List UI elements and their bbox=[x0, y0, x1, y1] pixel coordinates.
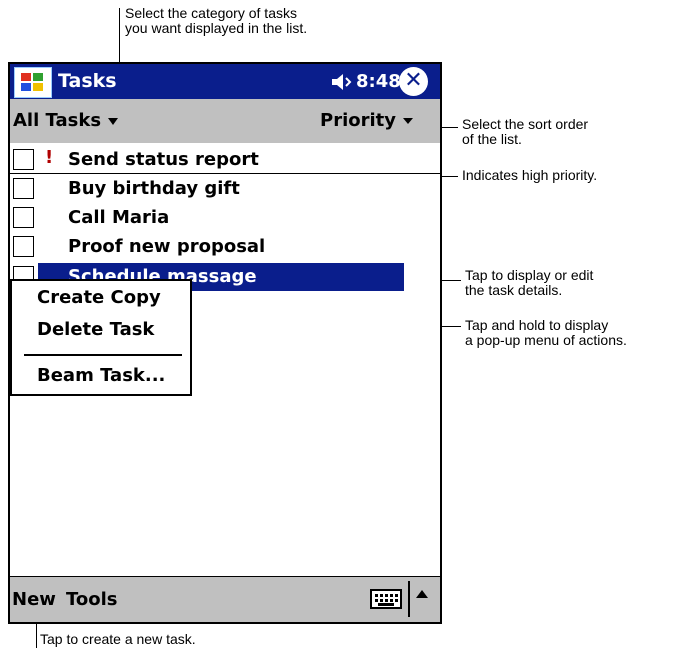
task-row[interactable]: ! Send status report bbox=[10, 145, 440, 174]
close-button[interactable]: ✕ bbox=[399, 67, 428, 96]
input-panel-toggle[interactable] bbox=[408, 581, 436, 617]
task-checkbox[interactable] bbox=[13, 178, 34, 199]
task-label: Send status report bbox=[68, 149, 259, 170]
sort-label: Priority bbox=[320, 110, 396, 131]
callout-sort-order: Select the sort order of the list. bbox=[462, 116, 589, 147]
category-dropdown[interactable]: All Tasks bbox=[13, 110, 120, 131]
menu-item-delete-task[interactable]: Delete Task bbox=[37, 319, 154, 340]
menu-item-create-copy[interactable]: Create Copy bbox=[37, 287, 161, 308]
task-checkbox[interactable] bbox=[13, 149, 34, 170]
tools-menu[interactable]: Tools bbox=[66, 589, 118, 610]
chevron-down-icon bbox=[106, 113, 120, 130]
task-checkbox[interactable] bbox=[13, 236, 34, 257]
priority-icon: ! bbox=[45, 147, 54, 168]
menu-separator bbox=[24, 354, 182, 356]
menu-bar: New Tools bbox=[10, 576, 440, 622]
keyboard-icon[interactable] bbox=[370, 588, 402, 615]
task-label: Proof new proposal bbox=[68, 236, 266, 257]
filter-bar: All Tasks Priority bbox=[10, 99, 440, 143]
start-menu-icon[interactable] bbox=[14, 67, 52, 98]
app-title: Tasks bbox=[58, 70, 117, 92]
sort-dropdown[interactable]: Priority bbox=[320, 110, 416, 131]
speaker-icon[interactable] bbox=[330, 72, 354, 97]
task-row[interactable]: Buy birthday gift bbox=[10, 174, 440, 203]
task-checkbox[interactable] bbox=[13, 207, 34, 228]
callout-new-task: Tap to create a new task. bbox=[40, 631, 196, 647]
callout-popup-menu: Tap and hold to display a pop-up menu of… bbox=[465, 317, 627, 348]
task-row[interactable]: Proof new proposal bbox=[10, 232, 440, 261]
task-row[interactable]: Call Maria bbox=[10, 203, 440, 232]
new-button[interactable]: New bbox=[12, 589, 56, 610]
callout-high-priority: Indicates high priority. bbox=[462, 167, 598, 183]
clock[interactable]: 8:48 bbox=[356, 71, 401, 92]
title-bar: Tasks 8:48 ✕ bbox=[10, 64, 440, 99]
callout-category: Select the category of tasks you want di… bbox=[125, 5, 308, 36]
menu-item-beam-task[interactable]: Beam Task... bbox=[37, 365, 165, 386]
callout-edit-task: Tap to display or edit the task details. bbox=[465, 267, 594, 298]
popup-menu: Create Copy Delete Task Beam Task... bbox=[10, 279, 192, 396]
task-label: Call Maria bbox=[68, 207, 170, 228]
tasks-screen: Tasks 8:48 ✕ All Tasks Priority ! Send s… bbox=[8, 62, 442, 624]
category-label: All Tasks bbox=[13, 110, 102, 131]
chevron-up-icon bbox=[416, 590, 428, 598]
task-label: Buy birthday gift bbox=[68, 178, 240, 199]
chevron-down-icon bbox=[400, 113, 416, 130]
